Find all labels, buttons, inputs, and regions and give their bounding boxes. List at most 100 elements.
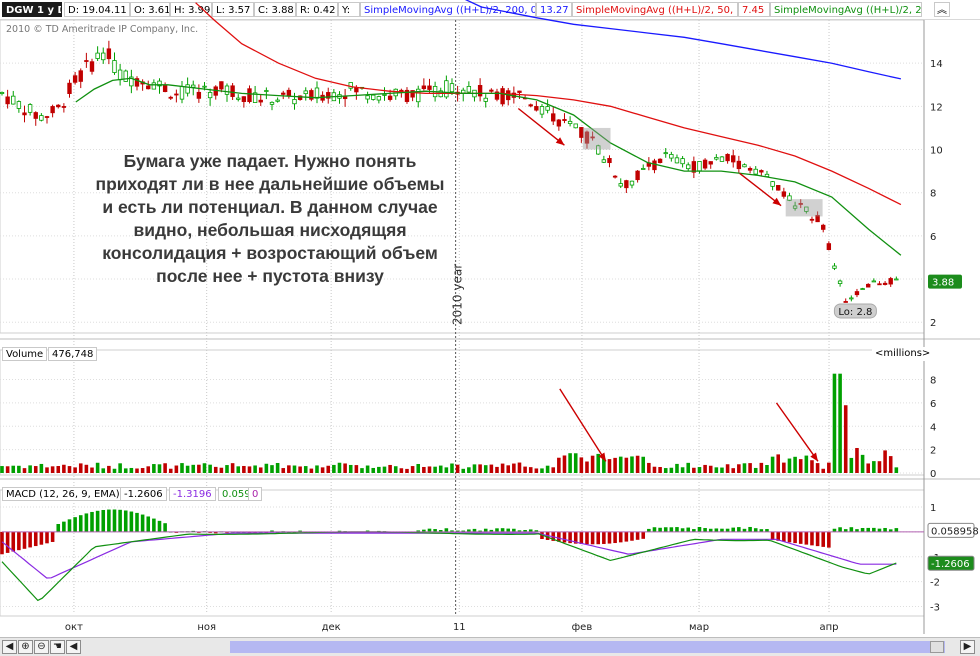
candle-body — [22, 112, 27, 116]
candle-body — [674, 157, 680, 164]
month-tick-label: дек — [322, 622, 341, 633]
candle-body — [612, 175, 618, 178]
price-tick-label: 14 — [930, 59, 943, 70]
pane-frame — [0, 349, 925, 476]
volume-bar — [202, 463, 207, 473]
volume-unit: <millions> — [872, 347, 934, 361]
candle-body — [241, 96, 247, 102]
candle-body — [534, 106, 539, 111]
macd-histogram-bar — [45, 531, 49, 544]
left-arrow-icon[interactable]: ◀ — [2, 640, 17, 654]
macd-histogram-bar — [33, 531, 38, 547]
volume-bar — [804, 455, 809, 473]
macd-histogram-bar — [163, 523, 167, 532]
hand-icon[interactable]: ☚ — [50, 640, 65, 654]
volume-bar — [641, 456, 646, 473]
volume-bar — [129, 467, 134, 473]
last-price-label: 3.88 — [932, 278, 954, 289]
consolidation-box — [785, 199, 823, 217]
macd-histogram-bar — [849, 527, 854, 532]
macd-histogram-bar — [810, 531, 814, 546]
candle-body — [207, 92, 213, 99]
macd-histogram-bar — [860, 528, 865, 532]
volume-bar — [416, 463, 421, 473]
scrollbar-thumb[interactable] — [930, 641, 944, 653]
volume-bar — [793, 456, 797, 473]
macd-histogram-bar — [731, 527, 736, 532]
candle-body — [202, 85, 207, 88]
volume-bar — [883, 450, 887, 473]
macd-histogram-bar — [737, 527, 741, 532]
candle-body — [579, 127, 584, 138]
candle-body — [702, 159, 708, 169]
volume-bar — [180, 463, 184, 473]
macd-histogram-bar — [669, 527, 674, 532]
candle-body — [641, 168, 646, 170]
candle-body — [50, 106, 55, 114]
month-tick-label: фев — [572, 622, 593, 633]
macd-histogram-bar — [146, 516, 151, 532]
candle-body — [747, 168, 753, 171]
volume-bar — [326, 465, 331, 473]
candle-body — [185, 84, 190, 94]
bottom-toolbar: ◀ ⊕ ⊖ ☚ ◀ ▶ — [0, 637, 980, 656]
candle-body — [725, 153, 730, 162]
zoom-out-icon[interactable]: ⊖ — [34, 640, 49, 654]
candle-body — [860, 288, 865, 290]
macd-value-badge-label: -1.2606 — [931, 559, 970, 570]
volume-bar — [849, 457, 854, 473]
volume-bar — [332, 464, 336, 473]
volume-bar — [84, 464, 89, 473]
volume-bar — [753, 467, 758, 473]
candle-body — [652, 160, 657, 171]
candle-body — [112, 60, 117, 73]
macd-histogram-bar — [782, 531, 786, 542]
volume-bar — [287, 465, 291, 473]
macd-histogram-bar — [140, 514, 145, 532]
candle-body — [117, 69, 123, 81]
volume-tick-label: 8 — [930, 376, 936, 387]
macd-label[interactable]: MACD (12, 26, 9, EMA) — [2, 487, 124, 501]
macd-tick-label: 1 — [930, 503, 936, 514]
volume-bar — [472, 464, 477, 473]
macd-histogram-bar — [579, 531, 584, 545]
macd-histogram-bar — [118, 509, 122, 532]
candle-body — [776, 185, 781, 191]
volume-value: 476,748 — [48, 347, 98, 361]
macd-histogram-bar — [585, 531, 589, 545]
macd-histogram-bar — [827, 531, 831, 548]
candle-body — [821, 224, 826, 230]
volume-bar — [393, 466, 398, 473]
volume-bar — [843, 405, 848, 473]
time-scrollbar[interactable] — [230, 641, 945, 653]
candle-body — [174, 93, 179, 96]
candle-body — [151, 82, 157, 90]
volume-bar — [50, 466, 55, 473]
zoom-in-icon[interactable]: ⊕ — [18, 640, 33, 654]
volume-bar — [624, 457, 629, 473]
candle-body — [72, 75, 78, 83]
volume-bar — [461, 468, 466, 473]
volume-bar — [467, 467, 471, 473]
volume-bar — [680, 467, 685, 473]
volume-bar — [827, 462, 831, 473]
macd-histogram-bar — [157, 520, 162, 532]
volume-bar — [78, 463, 83, 473]
macd-histogram-bar — [135, 512, 139, 532]
macd-histogram-bar — [11, 531, 16, 552]
volume-label[interactable]: Volume — [2, 347, 48, 361]
macd-histogram-bar — [714, 528, 719, 532]
macd-histogram-bar — [39, 531, 44, 545]
volume-bar — [281, 468, 286, 473]
candle-body — [466, 86, 472, 93]
macd-histogram-bar — [67, 519, 72, 532]
annotation-line: приходят ли в нее дальнейшие объемы — [95, 174, 445, 194]
candle-body — [894, 278, 899, 281]
right-arrow-icon[interactable]: ▶ — [960, 640, 975, 654]
volume-bar — [872, 461, 876, 473]
volume-bar — [720, 467, 724, 473]
macd-histogram-bar — [590, 531, 595, 545]
macd-histogram-bar — [73, 517, 77, 532]
macd-histogram-bar — [62, 521, 66, 532]
left-arrow-icon[interactable]: ◀ — [66, 640, 81, 654]
